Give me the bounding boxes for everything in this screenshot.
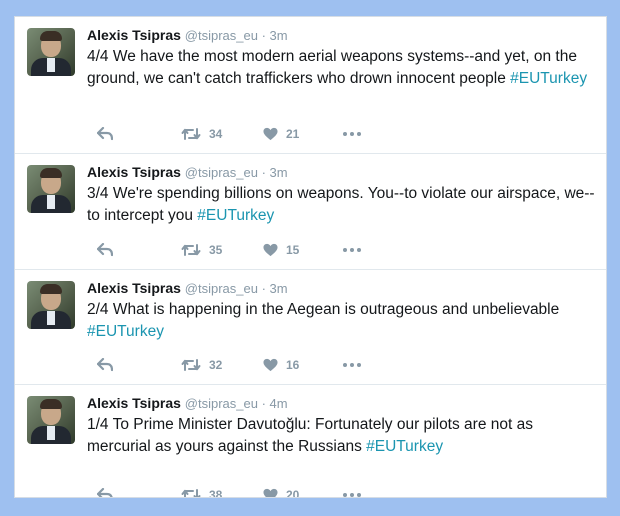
- tweet-header: Alexis Tsipras @tsipras_eu · 3m: [87, 26, 288, 45]
- author-handle-time[interactable]: @tsipras_eu · 4m: [185, 396, 288, 411]
- like-count: 16: [286, 358, 300, 372]
- tweet-body: 4/4 We have the most modern aerial weapo…: [87, 48, 577, 87]
- retweet-button[interactable]: 32: [181, 355, 222, 375]
- like-button[interactable]: 16: [263, 355, 299, 375]
- more-button[interactable]: [343, 124, 361, 144]
- retweet-count: 38: [209, 488, 223, 498]
- author-handle-time[interactable]: @tsipras_eu · 3m: [185, 165, 288, 180]
- reply-icon: [97, 358, 113, 372]
- like-button[interactable]: 15: [263, 240, 299, 260]
- retweet-count: 32: [209, 358, 223, 372]
- tweet-header: Alexis Tsipras @tsipras_eu · 3m: [87, 163, 288, 182]
- heart-icon: [263, 243, 278, 257]
- reply-button[interactable]: [97, 240, 113, 260]
- heart-icon: [263, 127, 278, 141]
- hashtag-link[interactable]: #EUTurkey: [510, 70, 587, 87]
- retweet-icon: [181, 359, 201, 371]
- tweet-text: 4/4 We have the most modern aerial weapo…: [87, 46, 597, 90]
- like-button[interactable]: 20: [263, 485, 300, 498]
- more-icon: [343, 248, 361, 252]
- more-icon: [343, 132, 361, 136]
- reply-button[interactable]: [97, 124, 113, 144]
- avatar[interactable]: [27, 165, 75, 213]
- retweet-button[interactable]: 35: [181, 240, 222, 260]
- heart-icon: [263, 488, 278, 497]
- reply-icon: [97, 488, 113, 497]
- retweet-icon: [181, 244, 201, 256]
- avatar[interactable]: [27, 281, 75, 329]
- retweet-icon: [181, 128, 201, 140]
- author-handle-time[interactable]: @tsipras_eu · 3m: [185, 281, 288, 296]
- tweet-body: 2/4 What is happening in the Aegean is o…: [87, 301, 560, 318]
- more-button[interactable]: [343, 240, 361, 260]
- timeline-card: Alexis Tsipras @tsipras_eu · 3m 4/4 We h…: [14, 16, 607, 498]
- retweet-count: 34: [209, 127, 223, 141]
- tweet[interactable]: Alexis Tsipras @tsipras_eu · 3m 2/4 What…: [15, 270, 606, 385]
- like-count: 20: [286, 488, 300, 498]
- reply-icon: [97, 127, 113, 141]
- tweet-header: Alexis Tsipras @tsipras_eu · 4m: [87, 394, 288, 413]
- like-count: 15: [286, 243, 300, 257]
- heart-icon: [263, 358, 278, 372]
- tweet-text: 3/4 We're spending billions on weapons. …: [87, 183, 597, 227]
- tweet-text: 2/4 What is happening in the Aegean is o…: [87, 299, 597, 343]
- reply-icon: [97, 243, 113, 257]
- like-button[interactable]: 21: [263, 124, 299, 144]
- tweet[interactable]: Alexis Tsipras @tsipras_eu · 3m 3/4 We'r…: [15, 154, 606, 270]
- hashtag-link[interactable]: #EUTurkey: [366, 438, 443, 455]
- tweet-header: Alexis Tsipras @tsipras_eu · 3m: [87, 279, 288, 298]
- more-icon: [343, 493, 361, 497]
- retweet-count: 35: [209, 243, 223, 257]
- author-name[interactable]: Alexis Tsipras: [87, 280, 181, 296]
- avatar[interactable]: [27, 396, 75, 444]
- avatar[interactable]: [27, 28, 75, 76]
- reply-button[interactable]: [97, 355, 113, 375]
- tweet-text: 1/4 To Prime Minister Davutoğlu: Fortuna…: [87, 414, 597, 458]
- author-name[interactable]: Alexis Tsipras: [87, 164, 181, 180]
- tweet-body: 1/4 To Prime Minister Davutoğlu: Fortuna…: [87, 416, 533, 455]
- tweet-body: 3/4 We're spending billions on weapons. …: [87, 185, 595, 224]
- hashtag-link[interactable]: #EUTurkey: [197, 207, 274, 224]
- like-count: 21: [286, 127, 300, 141]
- reply-button[interactable]: [97, 485, 113, 497]
- more-button[interactable]: [343, 355, 361, 375]
- retweet-button[interactable]: 38: [181, 485, 223, 498]
- author-name[interactable]: Alexis Tsipras: [87, 27, 181, 43]
- hashtag-link[interactable]: #EUTurkey: [87, 323, 164, 340]
- retweet-icon: [181, 489, 201, 497]
- tweet[interactable]: Alexis Tsipras @tsipras_eu · 3m 4/4 We h…: [15, 17, 606, 154]
- author-handle-time[interactable]: @tsipras_eu · 3m: [185, 28, 288, 43]
- more-button[interactable]: [343, 485, 361, 497]
- author-name[interactable]: Alexis Tsipras: [87, 395, 181, 411]
- retweet-button[interactable]: 34: [181, 124, 222, 144]
- tweet[interactable]: Alexis Tsipras @tsipras_eu · 4m 1/4 To P…: [15, 385, 606, 498]
- more-icon: [343, 363, 361, 367]
